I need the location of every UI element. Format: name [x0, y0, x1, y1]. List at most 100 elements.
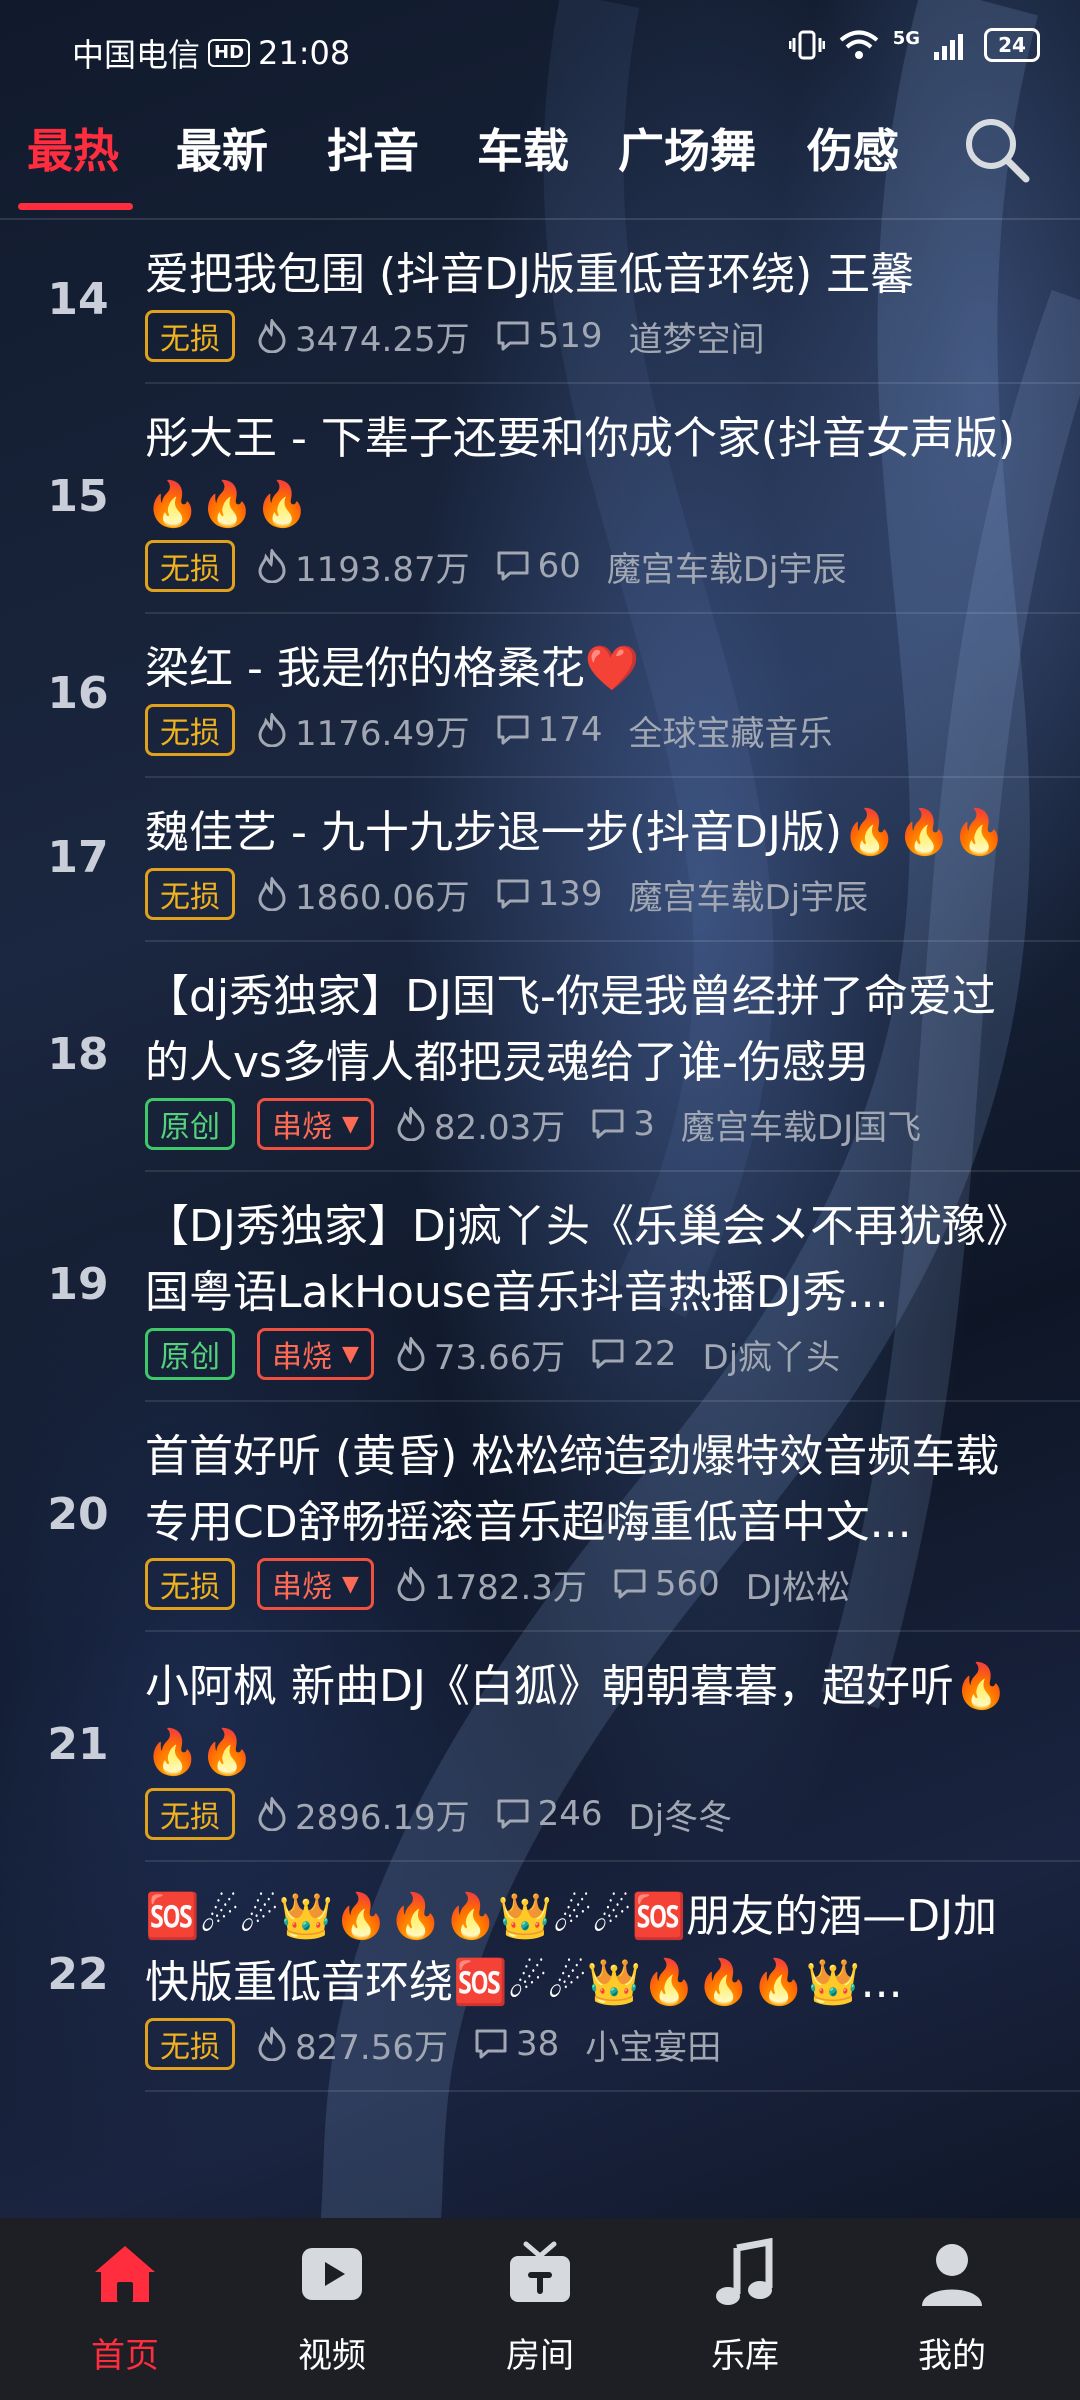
comment-count-value: 174	[537, 710, 603, 750]
nav-video-label: 视频	[298, 2336, 366, 2376]
search-icon[interactable]	[960, 113, 1032, 185]
comment-icon	[496, 878, 538, 910]
uploader-name[interactable]: 魔宫车载Dj宇辰	[629, 870, 869, 919]
song-row[interactable]: 魏佳艺 - 九十九步退一步(抖音DJ版)🔥🔥🔥 无损 1860.06万 139 魔宫车载…	[47, 778, 1080, 942]
tab-car[interactable]: 车载	[477, 115, 569, 181]
fire-icon	[257, 2027, 295, 2061]
song-row[interactable]: 首首好听 (黄昏) 松松缔造劲爆特效音频车载专用CD舒畅摇滚音乐超嗨重低音中文.…	[47, 1402, 1080, 1632]
comment-icon	[496, 550, 538, 582]
medley-badge[interactable]: 串烧 ▼	[257, 1558, 374, 1610]
comment-icon	[591, 1108, 633, 1140]
song-row[interactable]: 小阿枫 新曲DJ《白狐》朝朝暮暮，超好听🔥🔥🔥 无损 2896.19万 246 Dj冬冬…	[47, 1632, 1080, 1862]
nav-profile[interactable]: 我的	[882, 2238, 1022, 2377]
comment-count[interactable]: 174	[496, 710, 603, 750]
song-list[interactable]: 爱把我包围 (抖音DJ版重低音环绕) 王馨 无损 3474.25万 519 道梦空间 14…	[0, 220, 1080, 2218]
tab-sad[interactable]: 伤感	[807, 115, 899, 181]
song-row[interactable]: 【DJ秀独家】Dj疯丫头《乐巢会メ不再犹豫》国粤语LakHouse音乐抖音热播D…	[47, 1172, 1080, 1402]
medley-badge-label: 串烧	[272, 1570, 332, 1605]
song-meta: 原创 串烧 ▼ 82.03万 3 魔宫车载DJ国飞	[145, 1096, 1080, 1170]
comment-count[interactable]: 519	[496, 316, 603, 356]
lossless-badge-label: 无损	[160, 2030, 220, 2065]
song-meta: 无损 1176.49万 174 全球宝藏音乐	[145, 702, 1080, 776]
song-row[interactable]: 梁红 - 我是你的格桑花❤️ 无损 1176.49万 174 全球宝藏音乐 16	[47, 614, 1080, 778]
lossless-badge-label: 无损	[160, 322, 220, 357]
lossless-badge: 无损	[145, 1788, 235, 1840]
uploader-name[interactable]: 小宝宴田	[585, 2020, 721, 2069]
song-meta: 无损 1860.06万 139 魔宫车载Dj宇辰	[145, 866, 1080, 940]
nav-video[interactable]: 视频	[262, 2238, 402, 2377]
uploader-name[interactable]: DJ松松	[746, 1560, 850, 1609]
medley-badge[interactable]: 串烧 ▼	[257, 1098, 374, 1150]
play-count: 827.56万	[257, 2020, 448, 2069]
signal-icon	[934, 34, 963, 60]
lossless-badge-label: 无损	[160, 1800, 220, 1835]
comment-count[interactable]: 22	[591, 1334, 677, 1374]
uploader-name[interactable]: 魔宫车载DJ国飞	[681, 1100, 921, 1149]
play-count-value: 1782.3万	[433, 1567, 587, 1608]
uploader-name[interactable]: 道梦空间	[629, 312, 765, 361]
tab-square-dance[interactable]: 广场舞	[618, 115, 756, 181]
song-meta: 无损 3474.25万 519 道梦空间	[145, 308, 1080, 382]
bottom-navigation: 首页 视频 房间 乐库 我的	[0, 2218, 1080, 2400]
play-count-value: 1860.06万	[295, 877, 470, 918]
clock: 21:08	[258, 34, 351, 72]
nav-home-label: 首页	[91, 2336, 159, 2376]
hd-badge: HD	[208, 39, 251, 67]
original-badge: 原创	[145, 1328, 235, 1380]
play-count: 82.03万	[396, 1100, 565, 1149]
play-count: 1860.06万	[257, 870, 470, 919]
song-row[interactable]: 爱把我包围 (抖音DJ版重低音环绕) 王馨 无损 3474.25万 519 道梦空间 14	[47, 220, 1080, 384]
network-badge: 5G	[892, 28, 920, 49]
lossless-badge: 无损	[145, 1558, 235, 1610]
play-count: 2896.19万	[257, 1790, 470, 1839]
medley-badge-label: 串烧	[272, 1340, 332, 1375]
comment-count[interactable]: 246	[496, 1794, 603, 1834]
vibrate-icon	[788, 30, 825, 60]
lossless-badge: 无损	[145, 310, 235, 362]
comment-count[interactable]: 139	[496, 874, 603, 914]
nav-profile-label: 我的	[918, 2336, 986, 2376]
nav-home[interactable]: 首页	[55, 2238, 195, 2377]
nav-room[interactable]: 房间	[470, 2238, 610, 2377]
song-meta: 无损 1193.87万 60 魔宫车载Dj宇辰	[145, 538, 1080, 612]
uploader-name[interactable]: 全球宝藏音乐	[629, 706, 833, 755]
fire-icon	[257, 549, 295, 583]
song-row[interactable]: 【dj秀独家】DJ国飞-你是我曾经拼了命爱过的人vs多情人都把灵魂给了谁-伤感男…	[47, 942, 1080, 1172]
play-count-value: 827.56万	[295, 2027, 448, 2068]
lossless-badge: 无损	[145, 2018, 235, 2070]
uploader-name[interactable]: 魔宫车载Dj宇辰	[607, 542, 847, 591]
music-note-icon	[716, 2238, 773, 2305]
song-title: 首首好听 (黄昏) 松松缔造劲爆特效音频车载专用CD舒畅摇滚音乐超嗨重低音中文.…	[145, 1431, 1000, 1548]
home-icon	[95, 2246, 155, 2302]
song-title: 梁红 - 我是你的格桑花❤️	[145, 643, 640, 694]
room-icon	[510, 2241, 570, 2302]
comment-count-value: 38	[515, 2024, 560, 2064]
song-title: 小阿枫 新曲DJ《白狐》朝朝暮暮，超好听🔥🔥🔥	[145, 1661, 1009, 1778]
fire-icon	[396, 1337, 434, 1371]
nav-library[interactable]: 乐库	[675, 2238, 815, 2377]
song-row[interactable]: 彤大王 - 下辈子还要和你成个家(抖音女声版)🔥🔥🔥 无损 1193.87万 60 魔宫…	[47, 384, 1080, 614]
tab-douyin[interactable]: 抖音	[327, 115, 419, 181]
rank-number: 22	[47, 1949, 109, 2000]
song-title: 【dj秀独家】DJ国飞-你是我曾经拼了命爱过的人vs多情人都把灵魂给了谁-伤感男	[145, 971, 996, 1088]
play-count-value: 73.66万	[433, 1337, 566, 1378]
medley-badge[interactable]: 串烧 ▼	[257, 1328, 374, 1380]
tab-hottest[interactable]: 最热	[27, 115, 119, 181]
lossless-badge: 无损	[145, 868, 235, 920]
lossless-badge-label: 无损	[160, 552, 220, 587]
comment-icon	[591, 1338, 633, 1370]
tab-newest[interactable]: 最新	[176, 115, 268, 181]
comment-count[interactable]: 3	[591, 1104, 655, 1144]
comment-count[interactable]: 560	[613, 1564, 720, 1604]
comment-count[interactable]: 60	[496, 546, 581, 586]
comment-icon	[613, 1568, 655, 1600]
uploader-name[interactable]: Dj冬冬	[629, 1790, 733, 1839]
profile-icon	[922, 2244, 982, 2306]
uploader-name[interactable]: Dj疯丫头	[703, 1330, 841, 1379]
rank-number: 14	[47, 274, 109, 325]
song-title: 彤大王 - 下辈子还要和你成个家(抖音女声版)🔥🔥🔥	[145, 413, 1016, 530]
song-title: 【DJ秀独家】Dj疯丫头《乐巢会メ不再犹豫》国粤语LakHouse音乐抖音热播D…	[145, 1201, 1030, 1318]
comment-count[interactable]: 38	[474, 2024, 559, 2064]
song-row[interactable]: 🆘☄☄👑🔥🔥🔥👑☄☄🆘朋友的酒—DJ加快版重低音环绕🆘☄☄👑🔥🔥🔥👑... 无损 8…	[47, 1862, 1080, 2092]
play-count-value: 1193.87万	[295, 549, 470, 590]
